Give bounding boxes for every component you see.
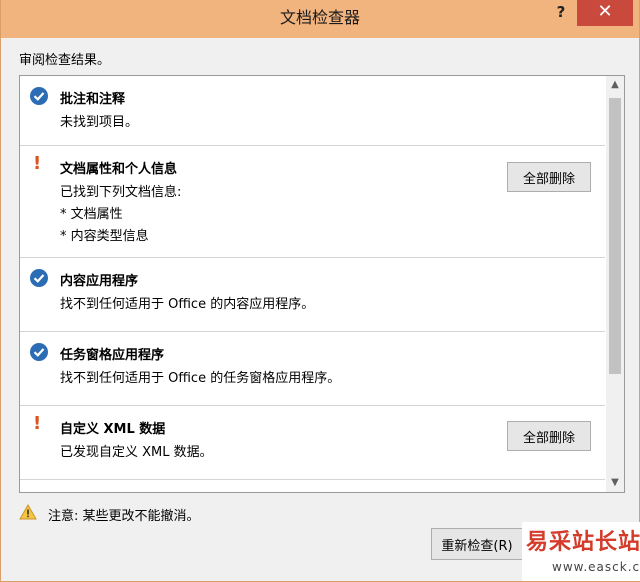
result-item-custom-xml: ! 自定义 XML 数据 已发现自定义 XML 数据。 全部删除 [20,406,605,480]
result-item-task-pane-apps: 任务窗格应用程序 找不到任何适用于 Office 的任务窗格应用程序。 [20,332,605,406]
warning-triangle-icon [19,504,37,520]
vertical-scrollbar[interactable]: ▲ ▼ [606,76,624,492]
scroll-thumb[interactable] [609,98,621,374]
warning-icon: ! [33,153,42,174]
result-item-comments: 批注和注释 未找到项目。 [20,76,605,146]
result-item-title: 批注和注释 [60,92,126,107]
description-line: * 文档属性 [60,207,123,222]
watermark-logo: 易采站长站 www.easck.com [522,522,640,581]
close-button[interactable]: ✕ [577,0,633,26]
description-line: 未找到项目。 [60,115,139,130]
result-item-description: 未找到项目。 [60,112,138,134]
remove-all-button[interactable]: 全部删除 [507,162,591,192]
watermark-main-text: 易采站长站 [526,529,640,555]
result-item-description: 已发现自定义 XML 数据。 [60,442,213,464]
check-circle-icon [30,343,48,361]
result-item-description: 找不到任何适用于 Office 的内容应用程序。 [60,294,314,316]
result-item-title: 任务窗格应用程序 [60,348,165,363]
scroll-up-icon[interactable]: ▲ [606,76,624,94]
check-circle-icon [30,87,48,105]
check-circle-icon [30,269,48,287]
remove-all-button[interactable]: 全部删除 [507,421,591,451]
result-item-title: 内容应用程序 [60,274,139,289]
document-inspector-window: 文档检查器 ? ✕ 审阅检查结果。 批注和注释 未找到项目。 ! 文档属性和个人… [0,0,640,582]
watermark-url-text: www.easck.com [552,560,640,574]
description-line: 已发现自定义 XML 数据。 [60,445,213,460]
notice-text: 注意: 某些更改不能撤消。 [48,509,200,524]
result-item-description: 已找到下列文档信息: * 文档属性 * 内容类型信息 [60,182,181,248]
results-panel: 批注和注释 未找到项目。 ! 文档属性和个人信息 已找到下列文档信息: * 文档… [19,75,625,493]
window-title: 文档检查器 [279,8,360,27]
scroll-down-icon[interactable]: ▼ [606,474,624,492]
description-line: 找不到任何适用于 Office 的任务窗格应用程序。 [60,371,341,386]
help-button[interactable]: ? [547,0,575,26]
description-line: 已找到下列文档信息: [60,185,182,200]
warning-icon: ! [33,413,42,434]
result-item-description: 找不到任何适用于 Office 的任务窗格应用程序。 [60,368,340,390]
result-item-title: 自定义 XML 数据 [60,422,166,437]
result-item-content-apps: 内容应用程序 找不到任何适用于 Office 的内容应用程序。 [20,258,605,332]
description-line: 找不到任何适用于 Office 的内容应用程序。 [60,297,315,312]
results-subtitle: 审阅检查结果。 [19,53,111,68]
title-bar[interactable]: 文档检查器 ? ✕ [1,0,639,38]
description-line: * 内容类型信息 [60,229,149,244]
reinspect-button[interactable]: 重新检查(R) [431,528,523,560]
results-list: 批注和注释 未找到项目。 ! 文档属性和个人信息 已找到下列文档信息: * 文档… [20,76,605,492]
result-item-title: 文档属性和个人信息 [60,162,178,177]
result-item-document-properties: ! 文档属性和个人信息 已找到下列文档信息: * 文档属性 * 内容类型信息 全… [20,146,605,258]
